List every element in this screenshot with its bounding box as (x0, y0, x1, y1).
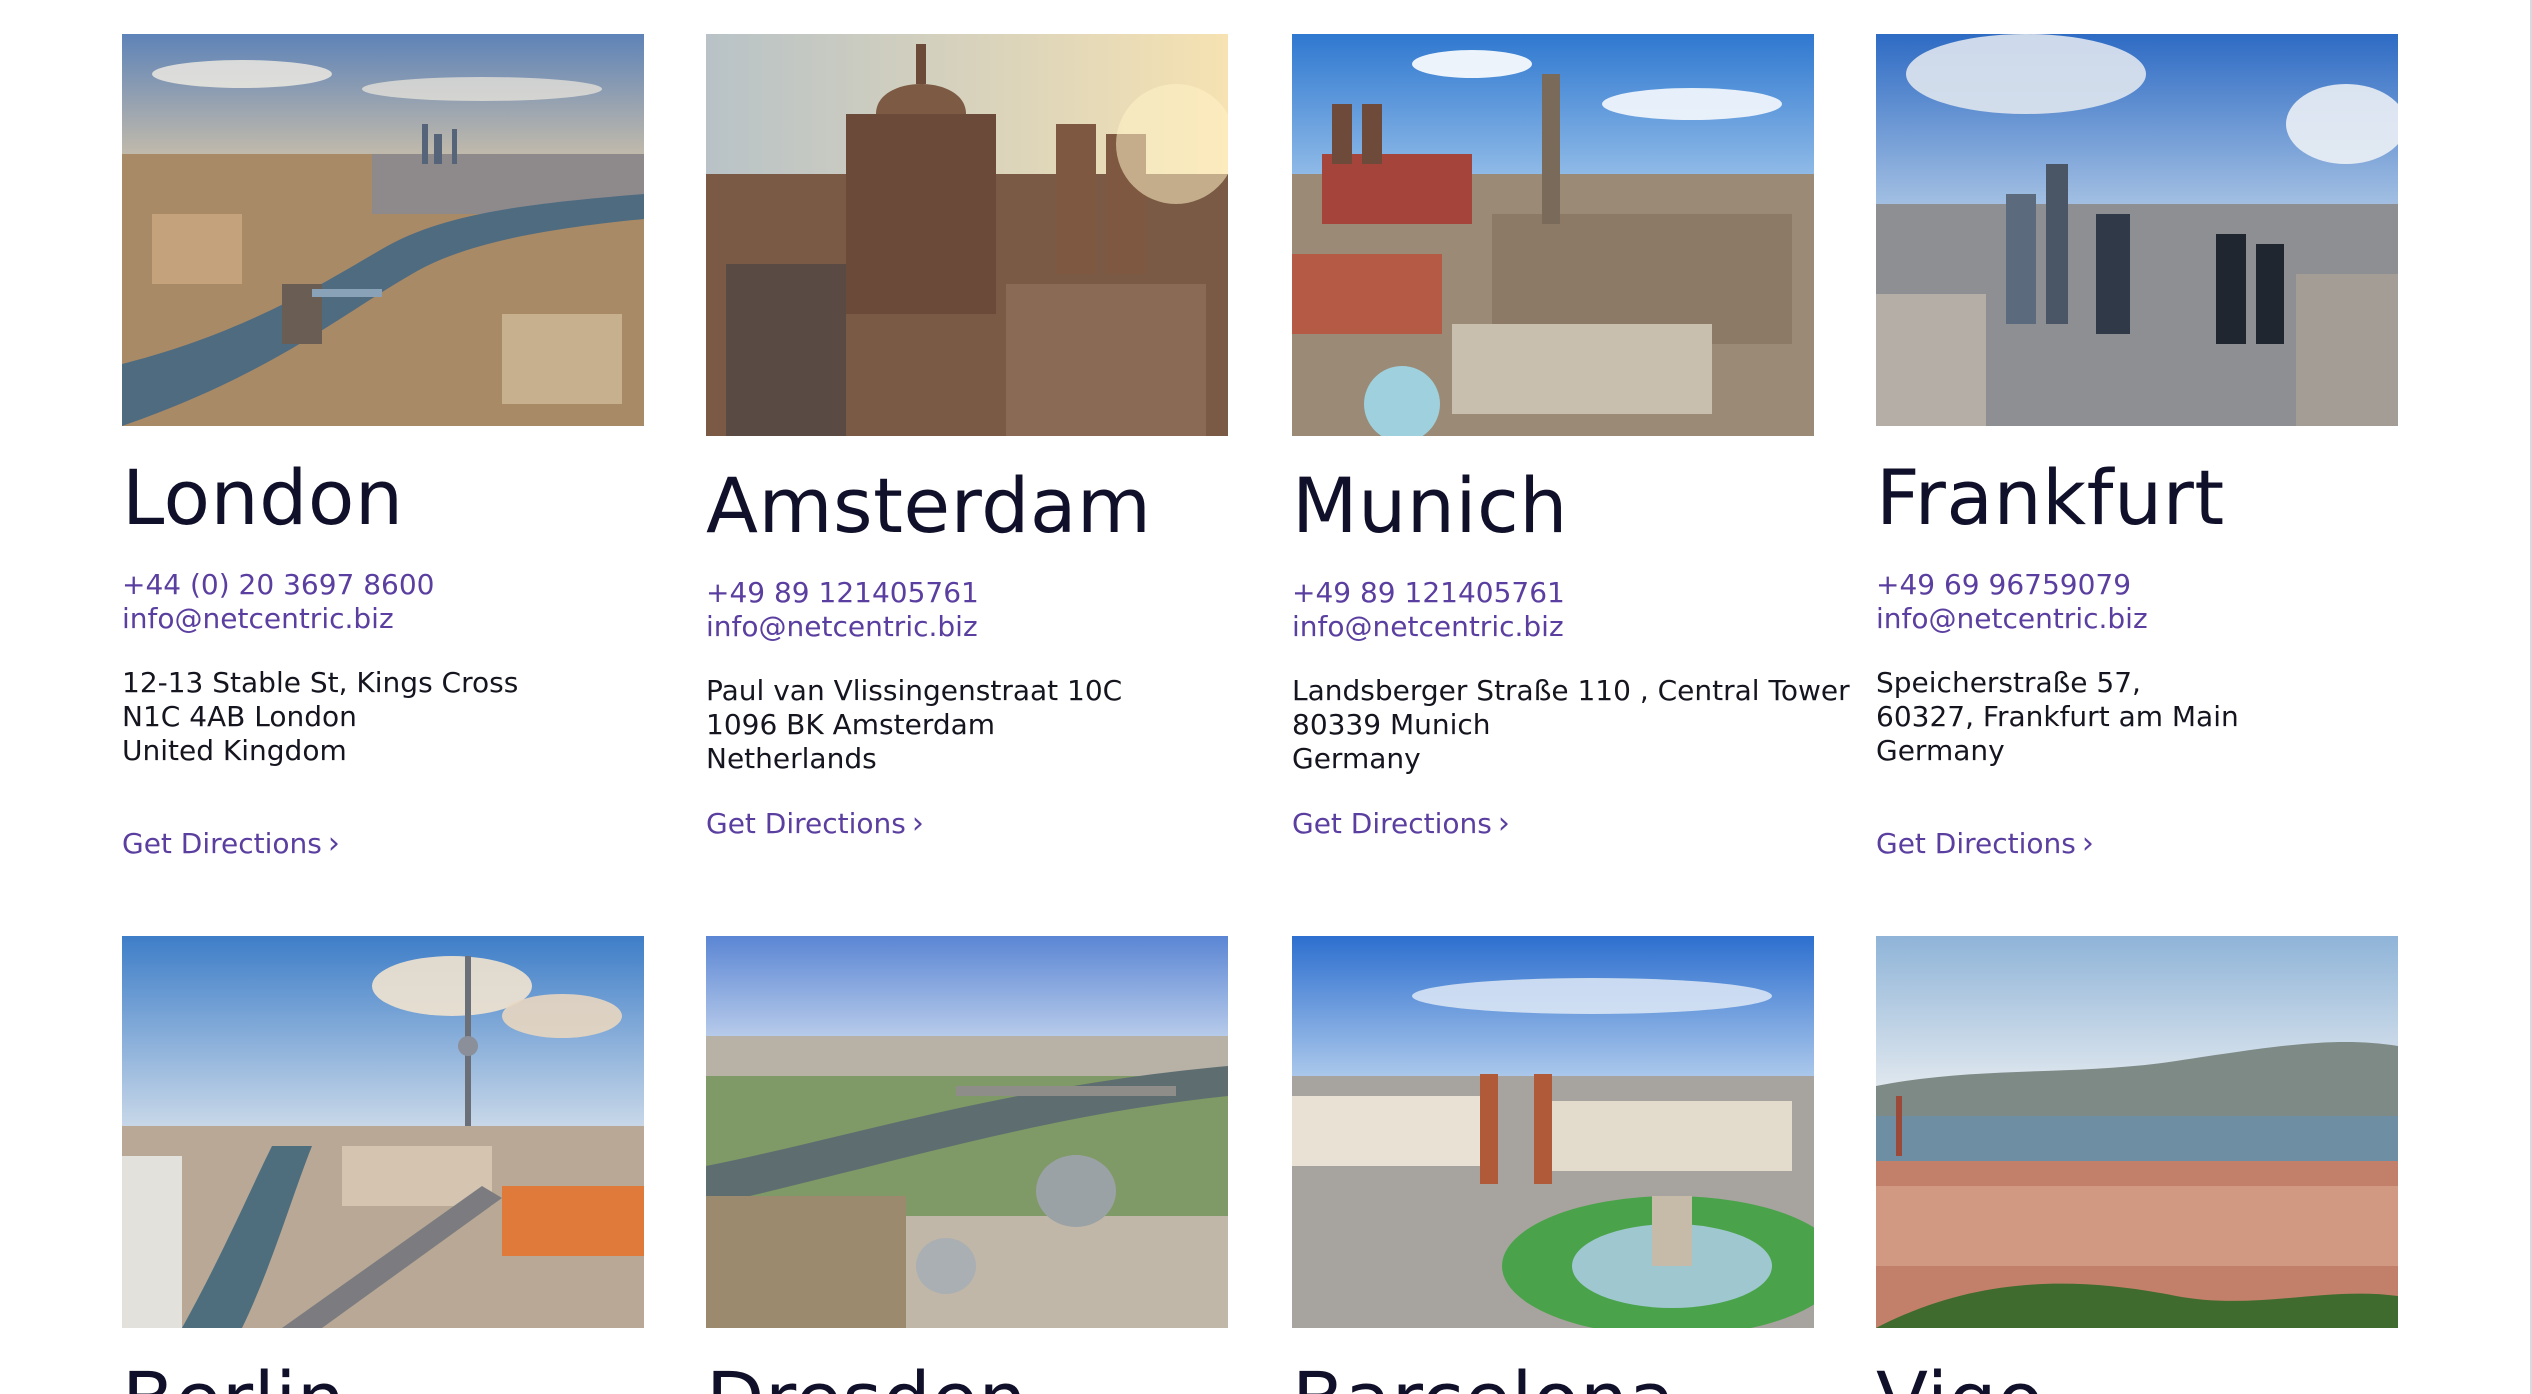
city-name: Berlin (122, 1360, 644, 1394)
phone-link[interactable]: +49 69 96759079 (1876, 568, 2398, 602)
address-block: Landsberger Straße 110 , Central Tower 8… (1292, 673, 1850, 776)
city-name: London (122, 453, 404, 542)
email-link[interactable]: info@netcentric.biz (122, 602, 644, 636)
office-card-amsterdam: Amsterdam +49 89 121405761 info@netcentr… (706, 34, 1228, 841)
dresden-elbe-image (706, 936, 1228, 1328)
get-directions-label: Get Directions (706, 806, 906, 840)
address-line: Speicherstraße 57, (1876, 665, 2141, 699)
amsterdam-cityscape-image (706, 34, 1228, 436)
contact-block: +49 89 121405761 info@netcentric.biz (706, 576, 1228, 644)
city-name: Frankfurt (1876, 453, 2225, 542)
barcelona-plaza-espanya-image (1292, 936, 1814, 1328)
city-name: Vigo (1876, 1360, 2398, 1394)
address-line: N1C 4AB London (122, 699, 357, 733)
get-directions-link[interactable]: Get Directions › (1876, 826, 2094, 861)
address-line: Paul van Vlissingenstraat 10C (706, 673, 1123, 707)
office-card-dresden: Dresden (706, 936, 1228, 1394)
address-line: 60327, Frankfurt am Main (1876, 699, 2239, 733)
contact-block: +49 89 121405761 info@netcentric.biz (1292, 576, 1814, 644)
get-directions-label: Get Directions (1876, 826, 2076, 860)
phone-link[interactable]: +49 89 121405761 (1292, 576, 1814, 610)
city-name: Dresden (706, 1360, 1228, 1394)
phone-link[interactable]: +44 (0) 20 3697 8600 (122, 568, 644, 602)
chevron-right-icon: › (2081, 825, 2094, 861)
chevron-right-icon: › (327, 825, 340, 861)
address-line: 12-13 Stable St, Kings Cross (122, 665, 519, 699)
address-block: 12-13 Stable St, Kings Cross N1C 4AB Lon… (122, 666, 644, 768)
city-name: Munich (1292, 461, 1568, 550)
contact-block: +44 (0) 20 3697 8600 info@netcentric.biz (122, 568, 644, 636)
office-card-munich: Munich +49 89 121405761 info@netcentric.… (1292, 34, 1850, 841)
office-card-london: London +44 (0) 20 3697 8600 info@netcent… (122, 34, 644, 861)
address-line: 80339 Munich (1292, 707, 1491, 741)
london-skyline-image (122, 34, 644, 426)
get-directions-label: Get Directions (1292, 806, 1492, 840)
office-card-vigo: Vigo (1876, 936, 2398, 1394)
get-directions-link[interactable]: Get Directions › (706, 806, 924, 841)
frankfurt-skyline-image (1876, 34, 2398, 426)
munich-marienplatz-image (1292, 34, 1814, 436)
office-card-frankfurt: Frankfurt +49 69 96759079 info@netcentri… (1876, 34, 2398, 861)
address-line: Netherlands (706, 741, 877, 775)
address-line: Germany (1292, 741, 1421, 775)
address-block: Paul van Vlissingenstraat 10C 1096 BK Am… (706, 674, 1228, 776)
get-directions-link[interactable]: Get Directions › (1292, 806, 1510, 841)
address-block: Speicherstraße 57, 60327, Frankfurt am M… (1876, 666, 2398, 768)
phone-link[interactable]: +49 89 121405761 (706, 576, 1228, 610)
email-link[interactable]: info@netcentric.biz (1876, 602, 2398, 636)
chevron-right-icon: › (1497, 805, 1510, 841)
get-directions-label: Get Directions (122, 826, 322, 860)
address-line: United Kingdom (122, 733, 347, 767)
city-name: Amsterdam (706, 461, 1152, 550)
address-line: 1096 BK Amsterdam (706, 707, 996, 741)
address-line: Landsberger Straße 110 , Central Tower (1292, 673, 1850, 707)
city-name: Barcelona (1292, 1360, 1814, 1394)
email-link[interactable]: info@netcentric.biz (706, 610, 1228, 644)
chevron-right-icon: › (911, 805, 924, 841)
vigo-harbour-image (1876, 936, 2398, 1328)
office-card-barcelona: Barcelona (1292, 936, 1814, 1394)
contact-block: +49 69 96759079 info@netcentric.biz (1876, 568, 2398, 636)
offices-page: London +44 (0) 20 3697 8600 info@netcent… (0, 0, 2532, 1394)
berlin-tv-tower-image (122, 936, 644, 1328)
address-line: Germany (1876, 733, 2005, 767)
email-link[interactable]: info@netcentric.biz (1292, 610, 1814, 644)
office-card-berlin: Berlin (122, 936, 644, 1394)
get-directions-link[interactable]: Get Directions › (122, 826, 340, 861)
